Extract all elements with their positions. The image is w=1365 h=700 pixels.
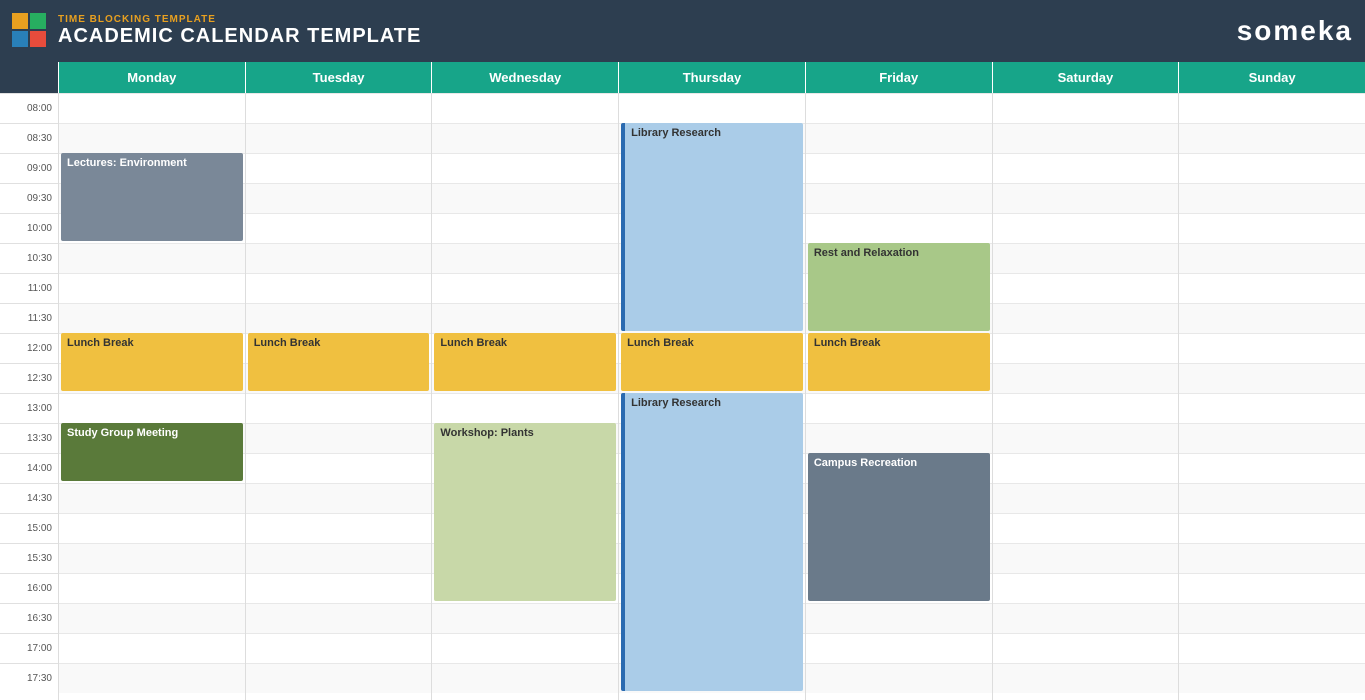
header: TIME BLOCKING TEMPLATE ACADEMIC CALENDAR… [0, 0, 1365, 62]
day-header-sunday: Sunday [1178, 62, 1365, 93]
day-header-wednesday: Wednesday [431, 62, 618, 93]
tuesday-lunch-break[interactable]: Lunch Break [248, 333, 430, 391]
time-label-1730: 17:30 [0, 663, 58, 693]
time-label-1130: 11:30 [0, 303, 58, 333]
time-header-empty [0, 62, 58, 93]
time-label-1000: 10:00 [0, 213, 58, 243]
time-label-1700: 17:00 [0, 633, 58, 663]
calendar-container: Monday Tuesday Wednesday Thursday Friday… [0, 62, 1365, 700]
friday-rest-relaxation[interactable]: Rest and Relaxation [808, 243, 990, 331]
day-header-monday: Monday [58, 62, 245, 93]
time-label-1600: 16:00 [0, 573, 58, 603]
monday-lectures-env[interactable]: Lectures: Environment [61, 153, 243, 241]
time-label-1500: 15:00 [0, 513, 58, 543]
monday-study-group[interactable]: Study Group Meeting [61, 423, 243, 481]
friday-lunch-break[interactable]: Lunch Break [808, 333, 990, 391]
tuesday-column: Lunch Break [245, 93, 432, 700]
time-label-0900: 09:00 [0, 153, 58, 183]
monday-column: Lectures: Environment Lunch Break Study … [58, 93, 245, 700]
monday-lunch-break[interactable]: Lunch Break [61, 333, 243, 391]
day-headers: Monday Tuesday Wednesday Thursday Friday… [0, 62, 1365, 93]
brand-name: someka [1237, 15, 1353, 47]
friday-column: Rest and Relaxation Lunch Break Campus R… [805, 93, 992, 700]
header-title: ACADEMIC CALENDAR TEMPLATE [58, 25, 421, 48]
time-grid: 08:00 08:30 09:00 09:30 10:00 10:30 11:0… [0, 93, 1365, 700]
time-label-0830: 08:30 [0, 123, 58, 153]
day-header-thursday: Thursday [618, 62, 805, 93]
time-label-0930: 09:30 [0, 183, 58, 213]
time-label-1330: 13:30 [0, 423, 58, 453]
time-label-0800: 08:00 [0, 93, 58, 123]
time-label-1100: 11:00 [0, 273, 58, 303]
header-subtitle: TIME BLOCKING TEMPLATE [58, 14, 421, 25]
time-label-1630: 16:30 [0, 603, 58, 633]
time-label-1030: 10:30 [0, 243, 58, 273]
logo-icon [12, 13, 48, 49]
day-header-tuesday: Tuesday [245, 62, 432, 93]
thursday-column: Library Research Lunch Break Library Res… [618, 93, 805, 700]
thursday-lunch-break[interactable]: Lunch Break [621, 333, 803, 391]
wednesday-column: Lunch Break Workshop: Plants [431, 93, 618, 700]
friday-campus-recreation[interactable]: Campus Recreation [808, 453, 990, 601]
thursday-library-research-top[interactable]: Library Research [621, 123, 803, 331]
time-label-1230: 12:30 [0, 363, 58, 393]
time-label-1530: 15:30 [0, 543, 58, 573]
header-left: TIME BLOCKING TEMPLATE ACADEMIC CALENDAR… [12, 13, 421, 49]
sunday-column [1178, 93, 1365, 700]
day-header-friday: Friday [805, 62, 992, 93]
time-label-1430: 14:30 [0, 483, 58, 513]
wednesday-workshop-plants[interactable]: Workshop: Plants [434, 423, 616, 601]
wednesday-lunch-break[interactable]: Lunch Break [434, 333, 616, 391]
saturday-column [992, 93, 1179, 700]
time-label-1400: 14:00 [0, 453, 58, 483]
thursday-library-research-bottom[interactable]: Library Research [621, 393, 803, 691]
header-titles: TIME BLOCKING TEMPLATE ACADEMIC CALENDAR… [58, 14, 421, 48]
time-label-1200: 12:00 [0, 333, 58, 363]
brand-text: so [1237, 15, 1274, 46]
time-label-1300: 13:00 [0, 393, 58, 423]
time-labels-column: 08:00 08:30 09:00 09:30 10:00 10:30 11:0… [0, 93, 58, 700]
day-header-saturday: Saturday [992, 62, 1179, 93]
